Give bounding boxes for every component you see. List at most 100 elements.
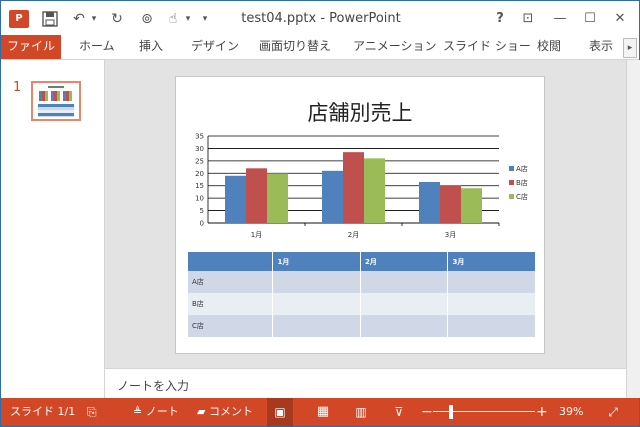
reading-view-icon[interactable]: ▥: [351, 398, 371, 426]
tab-home[interactable]: ホーム: [79, 35, 115, 59]
redo-icon[interactable]: ↻: [109, 10, 125, 28]
table-header-cell[interactable]: 2月: [360, 252, 449, 271]
x-tick-label: 1月: [251, 231, 262, 239]
fit-to-window-icon[interactable]: ⤢: [605, 398, 621, 426]
table-cell[interactable]: [272, 293, 361, 315]
maximize-button[interactable]: ☐: [579, 9, 601, 29]
table-cell[interactable]: [360, 271, 449, 293]
table-cell[interactable]: B店: [188, 293, 274, 315]
y-tick-label: 0: [200, 220, 204, 228]
table-cell[interactable]: A店: [188, 271, 274, 293]
undo-dropdown-icon[interactable]: ▾: [89, 10, 99, 28]
ribbon-scroll-right-icon[interactable]: ▸: [623, 38, 637, 58]
floppy-disk-icon: [42, 11, 58, 27]
bar: [461, 188, 482, 223]
comments-button[interactable]: ▰ コメント: [197, 398, 253, 426]
y-tick-label: 35: [195, 133, 204, 141]
zoom-level[interactable]: 39%: [559, 398, 583, 426]
table-row: B店: [188, 293, 536, 315]
table-header-cell[interactable]: 3月: [447, 252, 536, 271]
table-cell[interactable]: [447, 271, 536, 293]
y-tick-label: 25: [195, 157, 204, 165]
tab-design[interactable]: デザイン: [191, 35, 239, 59]
x-tick-label: 2月: [348, 231, 359, 239]
data-table[interactable]: 1月 2月 3月 A店 B店 C店: [188, 252, 536, 337]
bar: [322, 170, 343, 223]
table-cell[interactable]: [447, 293, 536, 315]
table-cell[interactable]: [360, 315, 449, 337]
legend-swatch: [509, 166, 514, 171]
bar: [364, 158, 385, 223]
bar: [267, 173, 288, 223]
thumbnail-number: 1: [13, 80, 22, 95]
powerpoint-app-icon[interactable]: P: [9, 10, 29, 28]
notes-icon: ≜: [133, 405, 143, 418]
table-cell[interactable]: [272, 315, 361, 337]
legend-swatch: [509, 180, 514, 185]
tab-view[interactable]: 表示: [589, 35, 613, 59]
slide-canvas[interactable]: 店舗別売上 0 5 10 15 20 25 30 35 1月 2月 3月 A店 B店 C店 1月 2月 3…: [175, 76, 545, 354]
help-button[interactable]: ?: [489, 9, 511, 29]
tab-insert[interactable]: 挿入: [139, 35, 163, 59]
slideshow-view-icon[interactable]: ⊽: [389, 398, 409, 426]
thumbnail-title-preview: [48, 86, 64, 88]
table-cell[interactable]: [272, 271, 361, 293]
tab-transitions[interactable]: 画面切り替え: [259, 35, 331, 59]
bar: [343, 152, 364, 223]
slide-editing-area: 店舗別売上 0 5 10 15 20 25 30 35 1月 2月 3月 A店 B店 C店 1月 2月 3…: [105, 60, 626, 368]
tab-slideshow[interactable]: スライド ショー: [443, 35, 531, 59]
touch-mode-dropdown-icon[interactable]: ▾: [183, 10, 193, 28]
slide-sorter-view-icon[interactable]: ▦: [313, 398, 333, 426]
table-header-row: 1月 2月 3月: [188, 252, 536, 271]
legend-label: A店: [516, 164, 528, 173]
slide-thumbnail[interactable]: [31, 81, 81, 121]
document-title: test04.pptx - PowerPoint: [241, 11, 401, 26]
notes-placeholder[interactable]: ノートを入力: [117, 377, 189, 394]
spell-check-icon[interactable]: ⎘: [87, 398, 97, 426]
save-icon[interactable]: [41, 10, 59, 28]
zoom-out-button[interactable]: −: [421, 398, 433, 426]
vertical-scrollbar[interactable]: [626, 60, 640, 398]
tab-file[interactable]: ファイル: [1, 35, 61, 59]
legend-label: B店: [516, 178, 528, 187]
y-tick-label: 10: [195, 195, 204, 203]
bar: [246, 168, 267, 223]
table-row: A店: [188, 271, 536, 293]
zoom-slider-track[interactable]: [433, 411, 535, 412]
slide-indicator[interactable]: スライド 1/1: [10, 398, 75, 426]
bar: [419, 181, 440, 223]
undo-icon[interactable]: ↶: [71, 10, 87, 28]
x-tick-label: 3月: [445, 231, 456, 239]
close-button[interactable]: ✕: [609, 9, 631, 29]
legend-swatch: [509, 194, 514, 199]
comment-icon: ▰: [197, 405, 206, 418]
table-row: C店: [188, 315, 536, 337]
title-bar: P ↶ ▾ ↻ ⊚ ☝ ▾ ▾ test04.pptx - PowerPoint…: [1, 1, 639, 35]
zoom-slider-thumb[interactable]: [449, 405, 454, 419]
y-tick-label: 15: [195, 182, 204, 190]
status-bar: スライド 1/1 ⎘ ≜ ノート ▰ コメント ▣ ▦ ▥ ⊽ − + 39% …: [1, 398, 639, 426]
minimize-button[interactable]: —: [549, 9, 571, 29]
present-from-start-icon[interactable]: ⊚: [137, 10, 157, 28]
thumbnail-chart-preview: [39, 91, 73, 101]
table-cell[interactable]: [360, 293, 449, 315]
table-header-cell[interactable]: [188, 252, 274, 271]
table-header-cell[interactable]: 1月: [272, 252, 361, 271]
bar: [440, 185, 461, 223]
notes-button-label: ノート: [145, 405, 179, 418]
bar-chart[interactable]: 0 5 10 15 20 25 30 35 1月 2月 3月 A店 B店 C店: [176, 77, 544, 247]
tab-animations[interactable]: アニメーション: [353, 35, 437, 59]
bar: [225, 175, 246, 223]
table-cell[interactable]: [447, 315, 536, 337]
notes-button[interactable]: ≜ ノート: [133, 398, 179, 426]
touch-mode-icon[interactable]: ☝: [165, 10, 181, 28]
slide-thumbnail-pane: 1: [1, 60, 105, 398]
comments-button-label: コメント: [208, 405, 253, 418]
tab-review[interactable]: 校閲: [537, 35, 561, 59]
zoom-in-button[interactable]: +: [536, 398, 548, 426]
y-tick-label: 30: [195, 145, 204, 153]
ribbon-display-options-button[interactable]: ⊡: [517, 9, 539, 29]
normal-view-icon[interactable]: ▣: [267, 398, 293, 426]
table-cell[interactable]: C店: [188, 315, 274, 337]
notes-pane[interactable]: ノートを入力: [105, 368, 626, 399]
